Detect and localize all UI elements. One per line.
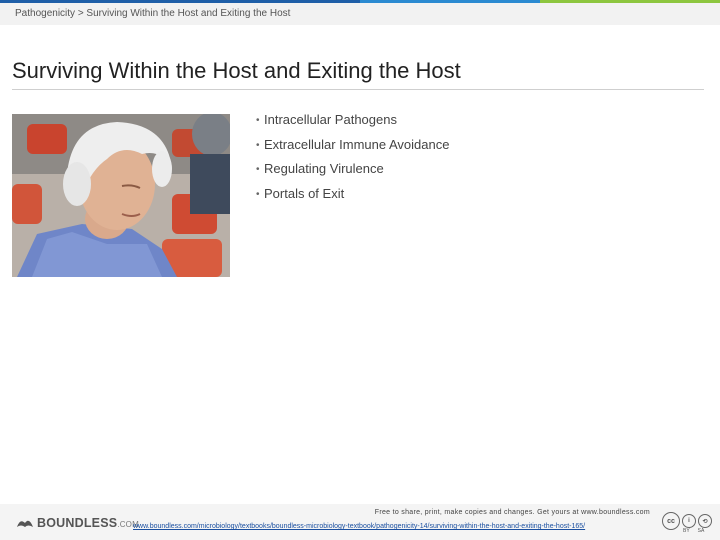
bullet-text: Portals of Exit <box>264 185 345 201</box>
boundless-logo-icon <box>17 520 33 527</box>
list-item: • Extracellular Immune Avoidance <box>256 137 449 162</box>
attribution-icon: i <box>682 514 696 528</box>
share-alike-icon: ⟲ <box>698 514 712 528</box>
list-item: • Intracellular Pathogens <box>256 112 449 137</box>
source-link[interactable]: www.boundless.com/microbiology/textbooks… <box>133 523 585 530</box>
bullet-marker: • <box>256 115 260 126</box>
bullet-text: Extracellular Immune Avoidance <box>264 136 450 152</box>
slide-title: Surviving Within the Host and Exiting th… <box>12 58 461 83</box>
license-labels: BY SA <box>683 528 704 534</box>
scientist-photo <box>12 114 230 277</box>
bullet-marker: • <box>256 164 260 175</box>
bullet-text: Regulating Virulence <box>264 161 384 176</box>
breadcrumb-bar: Pathogenicity > Surviving Within the Hos… <box>0 3 720 25</box>
bullet-marker: • <box>256 139 260 151</box>
bullet-list: • Intracellular Pathogens • Extracellula… <box>256 112 449 210</box>
license-label-sa: SA <box>697 528 705 534</box>
license-label-by: BY <box>683 528 690 534</box>
cc-icon: cc <box>662 512 680 530</box>
list-item: • Regulating Virulence <box>256 161 449 186</box>
logo-text: BOUNDLESS.COM <box>37 516 139 530</box>
bullet-marker: • <box>256 188 260 200</box>
boundless-logo[interactable]: BOUNDLESS.COM <box>16 516 139 530</box>
bullet-text: Intracellular Pathogens <box>264 112 397 127</box>
logo-main: BOUNDLESS <box>37 516 118 530</box>
footer: BOUNDLESS.COM Free to share, print, make… <box>0 504 720 540</box>
title-divider <box>12 89 704 90</box>
footer-note: Free to share, print, make copies and ch… <box>374 509 650 516</box>
list-item: • Portals of Exit <box>256 186 449 211</box>
breadcrumb: Pathogenicity > Surviving Within the Hos… <box>15 8 291 19</box>
